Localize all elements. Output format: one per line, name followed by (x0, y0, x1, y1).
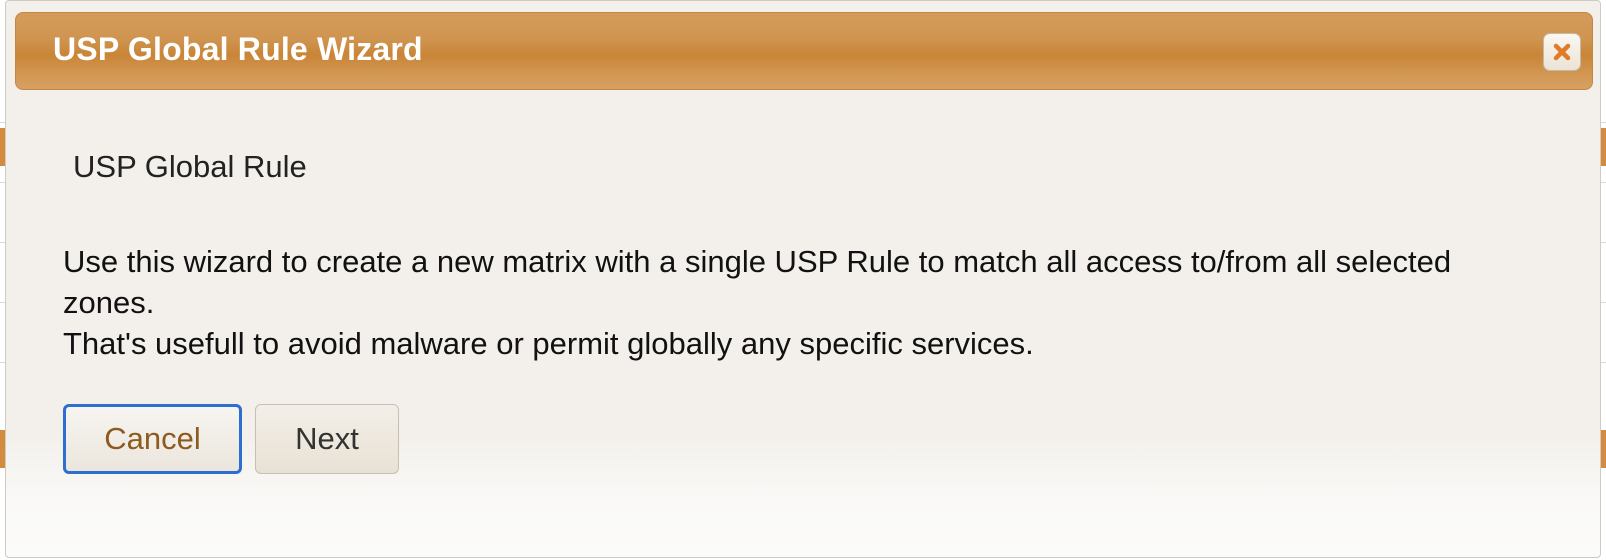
cancel-button[interactable]: Cancel (63, 404, 242, 474)
next-button[interactable]: Next (255, 404, 399, 474)
dialog-title: USP Global Rule Wizard (53, 31, 423, 67)
close-button[interactable] (1543, 33, 1581, 71)
wizard-heading: USP Global Rule (73, 149, 307, 184)
close-icon (1544, 34, 1580, 70)
dialog-titlebar[interactable]: USP Global Rule Wizard (15, 12, 1593, 90)
description-line: That's usefull to avoid malware or permi… (63, 326, 1034, 361)
description-line: Use this wizard to create a new matrix w… (63, 244, 1452, 320)
wizard-description: Use this wizard to create a new matrix w… (63, 241, 1523, 364)
wizard-dialog: USP Global Rule Wizard USP Global Rule U… (5, 0, 1601, 558)
